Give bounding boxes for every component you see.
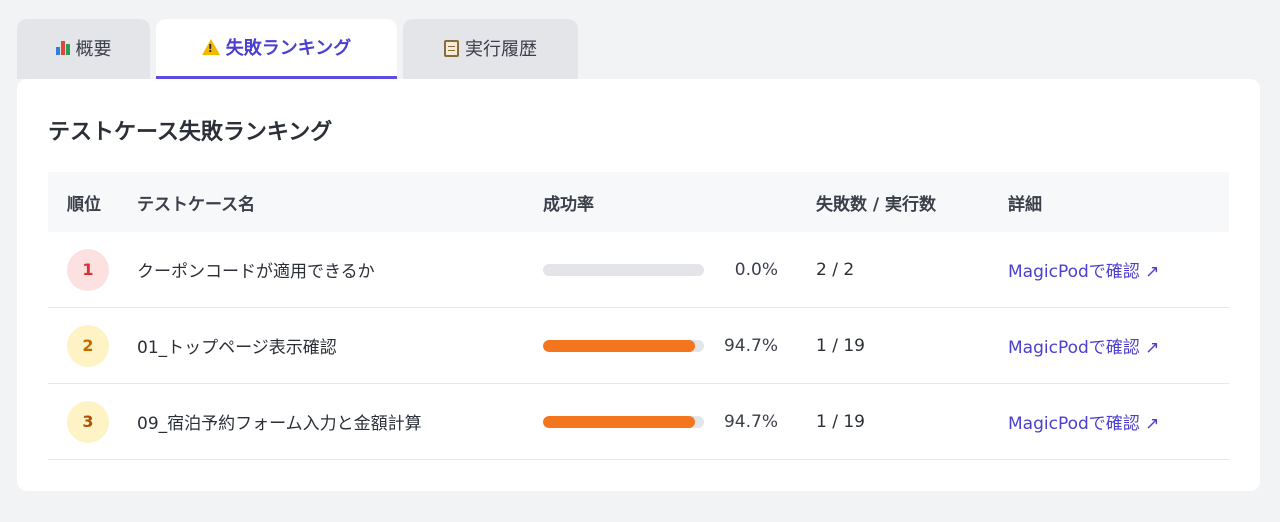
- rank-badge: 2: [67, 324, 109, 367]
- clipboard-icon: [444, 39, 459, 57]
- success-rate-value: 94.7%: [723, 411, 778, 432]
- header-name: テストケース名: [137, 194, 256, 215]
- test-case-name: クーポンコードが適用できるか: [137, 262, 375, 282]
- success-rate-bar: [543, 339, 704, 352]
- header-rank: 順位: [67, 194, 101, 215]
- ranking-table: 順位 テストケース名 成功率 失敗数 / 実行数 詳細 1 クーポンコードが適用…: [48, 172, 1229, 460]
- test-case-name: 01_トップページ表示確認: [137, 338, 337, 358]
- rank-badge: 3: [67, 400, 109, 443]
- success-rate-fill: [543, 415, 696, 428]
- warning-icon: [201, 38, 220, 55]
- table-row: 1 クーポンコードが適用できるか 0.0% 2 / 2 MagicPodで確認 …: [48, 232, 1229, 308]
- table-row: 3 09_宿泊予約フォーム入力と金額計算 94.7% 1 / 19 MagicP…: [48, 384, 1229, 460]
- card-title: テストケース失敗ランキング: [48, 120, 333, 145]
- fail-exec-count: 2 / 2: [816, 259, 855, 280]
- bar-chart-icon: [55, 41, 70, 55]
- success-rate-bar: [543, 263, 704, 276]
- header-detail: 詳細: [1008, 194, 1042, 215]
- test-case-name: 09_宿泊予約フォーム入力と金額計算: [137, 414, 422, 434]
- table-header: 順位 テストケース名 成功率 失敗数 / 実行数 詳細: [48, 172, 1229, 232]
- success-rate-value: 94.7%: [723, 335, 778, 356]
- magicpod-link[interactable]: MagicPodで確認 ↗: [1008, 414, 1159, 434]
- fail-exec-count: 1 / 19: [816, 411, 865, 432]
- tab-bar: 概要 失敗ランキング 実行履歴: [17, 19, 578, 79]
- fail-exec-count: 1 / 19: [816, 335, 865, 356]
- tab-label: 概要: [75, 39, 112, 60]
- tab-label: 実行履歴: [465, 39, 537, 60]
- success-rate-value: 0.0%: [734, 259, 778, 280]
- ranking-card: テストケース失敗ランキング 順位 テストケース名 成功率 失敗数 / 実行数 詳…: [17, 79, 1260, 491]
- tab-label: 失敗ランキング: [225, 37, 352, 59]
- tab-execution-history[interactable]: 実行履歴: [403, 19, 578, 79]
- rank-badge: 1: [67, 248, 109, 291]
- success-rate-fill: [543, 339, 696, 352]
- magicpod-link[interactable]: MagicPodで確認 ↗: [1008, 262, 1159, 282]
- table-row: 2 01_トップページ表示確認 94.7% 1 / 19 MagicPodで確認…: [48, 308, 1229, 384]
- header-count: 失敗数 / 実行数: [816, 194, 937, 215]
- magicpod-link[interactable]: MagicPodで確認 ↗: [1008, 338, 1159, 358]
- tab-overview[interactable]: 概要: [17, 19, 150, 79]
- tab-failure-ranking[interactable]: 失敗ランキング: [156, 19, 397, 79]
- success-rate-bar: [543, 415, 704, 428]
- header-rate: 成功率: [543, 194, 594, 215]
